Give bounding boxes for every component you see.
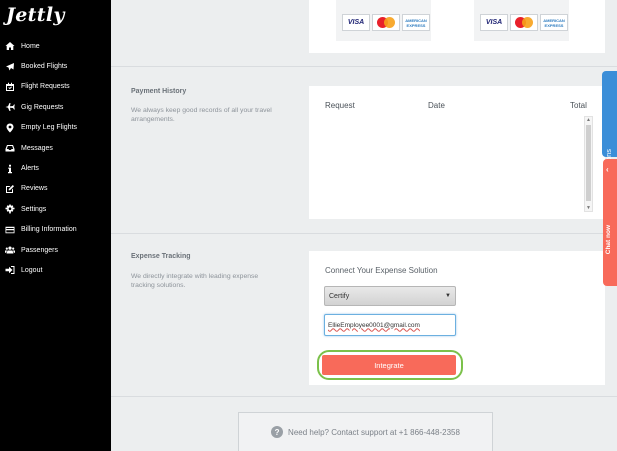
connect-expense-title: Connect Your Expense Solution [325, 266, 438, 275]
sidebar-item-alerts[interactable]: Alerts [0, 158, 111, 178]
section-divider [111, 233, 617, 234]
payment-methods-panel: VISA AMERICAN EXPRESS VISA AMERICAN EXPRES… [309, 0, 605, 53]
sidebar-item-label: Billing Information [21, 226, 77, 234]
mastercard-logo [515, 17, 533, 28]
email-value: EllieEmployee0001@gmail.com [328, 321, 420, 329]
expense-tracking-description: We directly integrate with leading expen… [131, 273, 259, 289]
section-divider [111, 66, 617, 67]
sign-out-icon [4, 265, 15, 276]
sidebar-item-flight-requests[interactable]: Flight Requests [0, 77, 111, 97]
sidebar-item-passengers[interactable]: Passengers [0, 240, 111, 260]
scroll-up-arrow[interactable]: ▲ [586, 117, 591, 123]
support-box: ? Need help? Contact support at +1 866-4… [238, 412, 493, 451]
visa-logo: VISA [485, 19, 503, 26]
column-total: Total [570, 101, 587, 110]
mastercard-logo [377, 17, 395, 28]
plane-icon [4, 61, 15, 72]
visa-card: VISA [342, 14, 370, 31]
sidebar-item-label: Logout [21, 266, 43, 274]
sidebar-item-empty-leg-flights[interactable]: Empty Leg Flights [0, 118, 111, 138]
amex-logo: AMERICAN EXPRESS [405, 17, 427, 28]
payment-history-description: We always keep good records of all your … [131, 107, 272, 123]
amex-card: AMERICAN EXPRESS [402, 14, 430, 31]
visa-card: VISA [480, 14, 508, 31]
plane-side-icon [4, 102, 15, 113]
home-icon [4, 41, 15, 52]
sidebar-item-messages[interactable]: Messages [0, 138, 111, 158]
scroll-thumb[interactable] [586, 125, 591, 201]
mastercard-card [510, 14, 538, 31]
sidebar-item-label: Booked Flights [21, 63, 68, 71]
sidebar-item-logout[interactable]: Logout [0, 260, 111, 280]
visa-logo: VISA [347, 19, 365, 26]
sidebar-item-label: Flight Requests [21, 83, 70, 91]
sidebar: Jettly Home Booked Flights Flight Reques… [0, 0, 111, 451]
sidebar-item-label: Alerts [21, 165, 39, 173]
users-icon [4, 245, 15, 256]
inbox-icon [4, 143, 15, 154]
sidebar-item-settings[interactable]: Settings [0, 199, 111, 219]
column-request: Request [325, 101, 355, 110]
sidebar-item-home[interactable]: Home [0, 36, 111, 56]
scroll-down-arrow[interactable]: ▼ [586, 205, 591, 211]
payment-history-title: Payment History [131, 88, 187, 95]
expense-tracking-title: Expense Tracking [131, 253, 191, 260]
amex-logo: AMERICAN EXPRESS [543, 17, 565, 28]
sidebar-item-label: Home [21, 42, 40, 50]
section-divider [111, 396, 617, 397]
expense-solution-select[interactable]: Certify ▼ [324, 286, 456, 306]
calendar-check-icon [4, 81, 15, 92]
info-icon [4, 163, 15, 174]
payment-history-scrollbar[interactable]: ▲ ▼ [584, 116, 593, 212]
sidebar-item-booked-flights[interactable]: Booked Flights [0, 56, 111, 76]
payment-option-box: VISA AMERICAN EXPRESS [474, 0, 569, 41]
sidebar-item-label: Settings [21, 205, 47, 213]
payment-option-box: VISA AMERICAN EXPRESS [336, 0, 431, 41]
chat-now-label: Chat now [605, 225, 612, 255]
chevron-left-icon: ‹ [606, 165, 609, 174]
sidebar-item-label: Empty Leg Flights [21, 124, 78, 132]
sidebar-item-label: Reviews [21, 185, 48, 193]
amex-card: AMERICAN EXPRESS [540, 14, 568, 31]
edit-icon [4, 183, 15, 194]
get-notifications-tab[interactable]: Get Notifications [602, 71, 617, 204]
sidebar-item-label: Gig Requests [21, 103, 64, 111]
credit-card-icon [4, 224, 15, 235]
logo[interactable]: Jettly [6, 4, 65, 26]
column-date: Date [428, 101, 445, 110]
sidebar-item-gig-requests[interactable]: Gig Requests [0, 97, 111, 117]
integrate-button[interactable]: Integrate [322, 355, 456, 375]
support-text: Need help? Contact support at +1 866-448… [288, 427, 460, 437]
question-icon: ? [271, 426, 284, 438]
map-pin-icon [4, 122, 15, 133]
caret-down-icon: ▼ [445, 293, 451, 299]
main-content: VISA AMERICAN EXPRESS VISA AMERICAN EXPRES… [111, 0, 617, 451]
gear-icon [4, 204, 15, 215]
chat-now-tab[interactable]: ‹ Chat now [603, 159, 617, 286]
sidebar-nav: Home Booked Flights Flight Requests Gig … [0, 36, 111, 281]
mastercard-card [372, 14, 400, 31]
sidebar-item-billing-information[interactable]: Billing Information [0, 220, 111, 240]
sidebar-item-reviews[interactable]: Reviews [0, 179, 111, 199]
selected-solution: Certify [329, 292, 350, 300]
sidebar-item-label: Messages [21, 144, 53, 152]
sidebar-item-label: Passengers [21, 246, 58, 254]
email-field[interactable]: EllieEmployee0001@gmail.com [324, 314, 456, 336]
